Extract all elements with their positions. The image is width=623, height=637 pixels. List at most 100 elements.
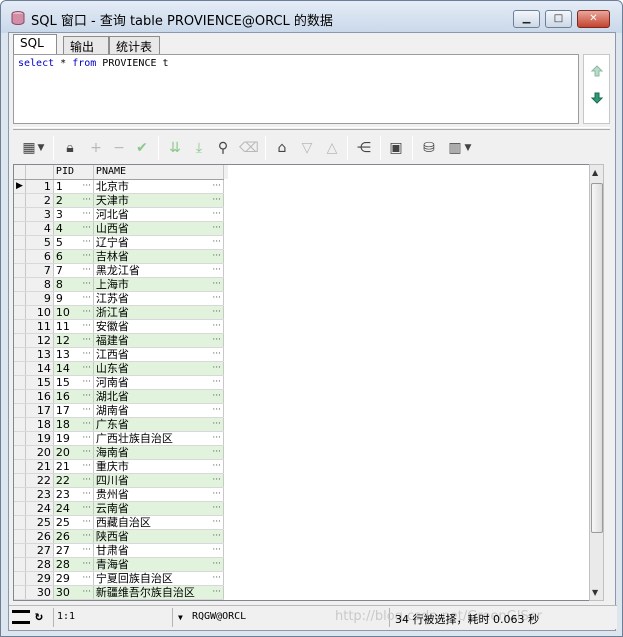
tab-statistics[interactable]: 统计表 [109, 36, 160, 54]
table-row[interactable]: 3 3 ··· 河北省 ··· [14, 207, 228, 222]
table-row[interactable]: 16 16 ··· 湖北省 ··· [14, 389, 228, 404]
table-row[interactable]: 9 9 ··· 江苏省 ··· [14, 291, 228, 306]
ellipsis-button[interactable]: ··· [82, 376, 91, 389]
result-grid[interactable]: PID PNAME ▶ 1 1 ··· 北京市 ··· 2 2 ··· 天津市 ··· 3 3 ··· 河北… [13, 164, 604, 601]
row-number[interactable]: 19 [25, 431, 54, 446]
cell-pname[interactable]: 河南省 ··· [93, 375, 224, 390]
cell-pname[interactable]: 江西省 ··· [93, 347, 224, 362]
cell-pid[interactable]: 19 ··· [53, 431, 94, 446]
ellipsis-button[interactable]: ··· [212, 516, 221, 529]
table-row[interactable]: 24 24 ··· 云南省 ··· [14, 501, 228, 516]
cell-pname[interactable]: 北京市 ··· [93, 179, 224, 194]
lines-icon[interactable] [12, 610, 30, 624]
row-number[interactable]: 21 [25, 459, 54, 474]
last-page-icon[interactable]: ⤓ [189, 138, 209, 158]
ellipsis-button[interactable]: ··· [212, 334, 221, 347]
cell-pid[interactable]: 10 ··· [53, 305, 94, 320]
row-number[interactable]: 5 [25, 235, 54, 250]
cell-pname[interactable]: 浙江省 ··· [93, 305, 224, 320]
cell-pid[interactable]: 28 ··· [53, 557, 94, 572]
cell-pname[interactable]: 山西省 ··· [93, 221, 224, 236]
ellipsis-button[interactable]: ··· [212, 320, 221, 333]
ellipsis-button[interactable]: ··· [212, 404, 221, 417]
ellipsis-button[interactable]: ··· [82, 264, 91, 277]
cell-pname[interactable]: 上海市 ··· [93, 277, 224, 292]
row-number[interactable]: 13 [25, 347, 54, 362]
row-number[interactable]: 20 [25, 445, 54, 460]
connection-name[interactable]: RQGW@ORCL [192, 611, 246, 622]
cell-pname[interactable]: 青海省 ··· [93, 557, 224, 572]
cell-pid[interactable]: 15 ··· [53, 375, 94, 390]
row-number[interactable]: 3 [25, 207, 54, 222]
cell-pname[interactable]: 天津市 ··· [93, 193, 224, 208]
next-page-icon[interactable]: ⇊ [165, 138, 185, 158]
cell-pname[interactable]: 福建省 ··· [93, 333, 224, 348]
ellipsis-button[interactable]: ··· [82, 250, 91, 263]
row-number[interactable]: 2 [25, 193, 54, 208]
row-number[interactable]: 10 [25, 305, 54, 320]
ellipsis-button[interactable]: ··· [212, 586, 221, 599]
ellipsis-button[interactable]: ··· [82, 544, 91, 557]
cell-pid[interactable]: 17 ··· [53, 403, 94, 418]
cell-pname[interactable]: 四川省 ··· [93, 473, 224, 488]
ellipsis-button[interactable]: ··· [212, 502, 221, 515]
row-number[interactable]: 30 [25, 585, 54, 600]
save-icon[interactable]: ▣ [386, 138, 406, 158]
cell-pid[interactable]: 2 ··· [53, 193, 94, 208]
cell-pname[interactable]: 海南省 ··· [93, 445, 224, 460]
ellipsis-button[interactable]: ··· [212, 180, 221, 193]
ellipsis-button[interactable]: ··· [82, 418, 91, 431]
ellipsis-button[interactable]: ··· [82, 222, 91, 235]
table-row[interactable]: 29 29 ··· 宁夏回族自治区 ··· [14, 571, 228, 586]
scroll-thumb[interactable] [591, 183, 603, 533]
ellipsis-button[interactable]: ··· [82, 502, 91, 515]
table-row[interactable]: 25 25 ··· 西藏自治区 ··· [14, 515, 228, 530]
cell-pid[interactable]: 11 ··· [53, 319, 94, 334]
grid-vertical-scrollbar[interactable]: ▲ ▼ [589, 164, 604, 601]
table-row[interactable]: ▶ 1 1 ··· 北京市 ··· [14, 179, 228, 194]
row-number[interactable]: 28 [25, 557, 54, 572]
row-number[interactable]: 8 [25, 277, 54, 292]
row-number[interactable]: 6 [25, 249, 54, 264]
cell-pid[interactable]: 25 ··· [53, 515, 94, 530]
table-row[interactable]: 10 10 ··· 浙江省 ··· [14, 305, 228, 320]
table-row[interactable]: 28 28 ··· 青海省 ··· [14, 557, 228, 572]
ellipsis-button[interactable]: ··· [212, 236, 221, 249]
cell-pid[interactable]: 5 ··· [53, 235, 94, 250]
ellipsis-button[interactable]: ··· [212, 348, 221, 361]
row-number[interactable]: 23 [25, 487, 54, 502]
cell-pname[interactable]: 新疆维吾尔族自治区 ··· [93, 585, 224, 600]
table-row[interactable]: 14 14 ··· 山东省 ··· [14, 361, 228, 376]
table-row[interactable]: 11 11 ··· 安徽省 ··· [14, 319, 228, 334]
ellipsis-button[interactable]: ··· [212, 558, 221, 571]
table-row[interactable]: 12 12 ··· 福建省 ··· [14, 333, 228, 348]
cell-pname[interactable]: 黑龙江省 ··· [93, 263, 224, 278]
splitter[interactable] [13, 127, 610, 130]
ellipsis-button[interactable]: ··· [82, 334, 91, 347]
row-number[interactable]: 16 [25, 389, 54, 404]
dropdown-arrow-icon[interactable]: ▼ [35, 138, 47, 158]
tab-sql[interactable]: SQL [13, 34, 57, 55]
refresh-icon[interactable]: ↻ [35, 609, 43, 624]
lock-icon[interactable]: 🔒︎ [60, 138, 80, 158]
table-row[interactable]: 7 7 ··· 黑龙江省 ··· [14, 263, 228, 278]
table-row[interactable]: 15 15 ··· 河南省 ··· [14, 375, 228, 390]
find-binoculars-icon[interactable]: ⚲ [213, 138, 233, 158]
row-number[interactable]: 12 [25, 333, 54, 348]
ellipsis-button[interactable]: ··· [82, 530, 91, 543]
ellipsis-button[interactable]: ··· [82, 208, 91, 221]
row-number[interactable]: 29 [25, 571, 54, 586]
cell-pid[interactable]: 22 ··· [53, 473, 94, 488]
row-number[interactable]: 11 [25, 319, 54, 334]
maximize-button[interactable]: □ [545, 10, 572, 28]
cell-pid[interactable]: 26 ··· [53, 529, 94, 544]
cell-pid[interactable]: 1 ··· [53, 179, 94, 194]
ellipsis-button[interactable]: ··· [82, 236, 91, 249]
sort-descending-icon[interactable]: ▽ [297, 138, 317, 158]
cell-pname[interactable]: 江苏省 ··· [93, 291, 224, 306]
row-number[interactable]: 27 [25, 543, 54, 558]
export-results-icon[interactable]: ⛁ [419, 138, 439, 158]
ellipsis-button[interactable]: ··· [212, 390, 221, 403]
cell-pid[interactable]: 20 ··· [53, 445, 94, 460]
cell-pname[interactable]: 河北省 ··· [93, 207, 224, 222]
